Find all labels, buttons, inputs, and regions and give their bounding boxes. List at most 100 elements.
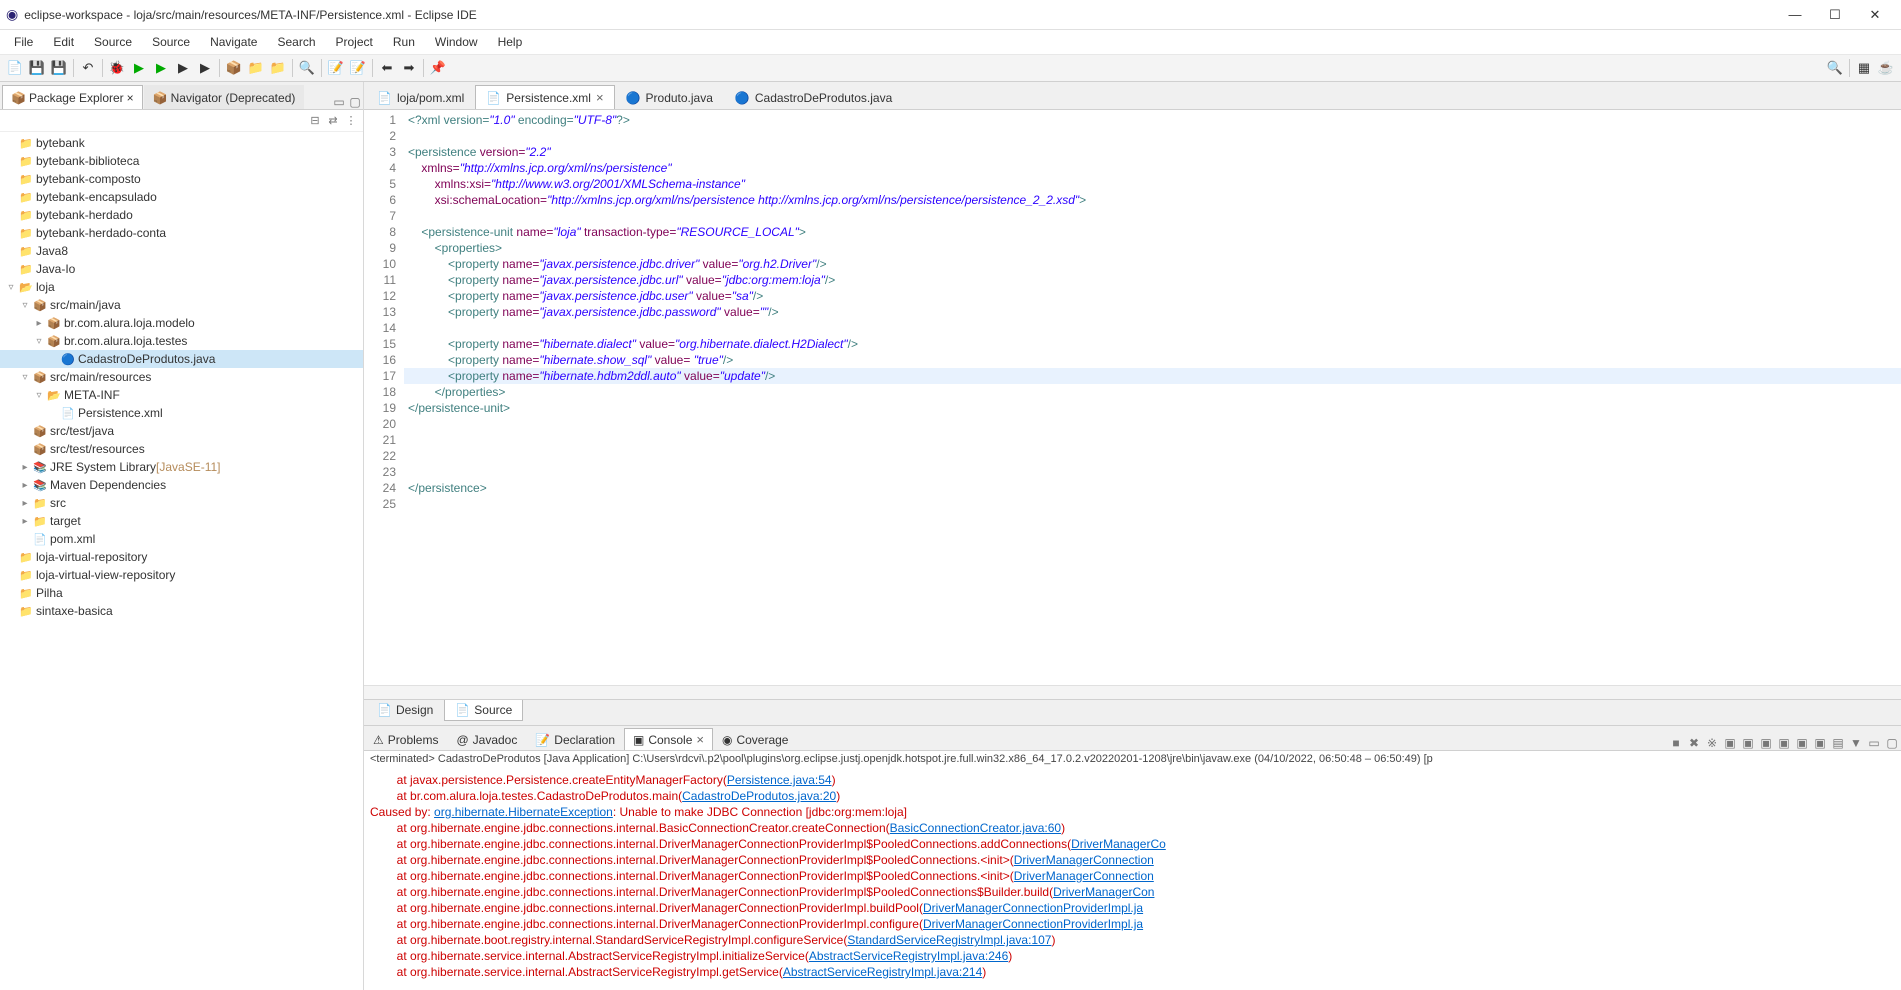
- pin-icon[interactable]: 📌: [428, 58, 448, 78]
- source-link[interactable]: DriverManagerConnection: [1014, 853, 1154, 867]
- source-tab-design[interactable]: 📄Design: [366, 700, 444, 721]
- console-toolbar-icon[interactable]: ▣: [1757, 736, 1775, 750]
- open-type-icon[interactable]: 📁: [268, 58, 288, 78]
- tree-item[interactable]: 📁bytebank-encapsulado: [0, 188, 363, 206]
- tree-item[interactable]: ▸📦br.com.alura.loja.modelo: [0, 314, 363, 332]
- tree-item[interactable]: 📁Java8: [0, 242, 363, 260]
- tree-item[interactable]: ▸📁target: [0, 512, 363, 530]
- tree-item[interactable]: 📁bytebank-composto: [0, 170, 363, 188]
- tree-item[interactable]: 📁bytebank: [0, 134, 363, 152]
- menu-edit[interactable]: Edit: [43, 32, 84, 52]
- new-icon[interactable]: 📄: [5, 58, 25, 78]
- forward-icon[interactable]: ➡: [399, 58, 419, 78]
- code-editor[interactable]: 1234567891011121314151617181920212223242…: [364, 110, 1901, 685]
- menu-project[interactable]: Project: [326, 32, 383, 52]
- minimize-button[interactable]: —: [1775, 2, 1815, 28]
- tree-twisty-icon[interactable]: ▸: [18, 516, 32, 527]
- undo-icon[interactable]: ↶: [78, 58, 98, 78]
- tree-item[interactable]: ▿📦src/main/resources: [0, 368, 363, 386]
- console-toolbar-icon[interactable]: ※: [1703, 736, 1721, 750]
- java-perspective-icon[interactable]: ☕: [1876, 58, 1896, 78]
- tree-twisty-icon[interactable]: ▿: [32, 336, 46, 347]
- menu-help[interactable]: Help: [488, 32, 533, 52]
- bottom-tab-declaration[interactable]: 📝Declaration: [526, 728, 624, 750]
- menu-run[interactable]: Run: [383, 32, 425, 52]
- folder-icon[interactable]: 📁: [246, 58, 266, 78]
- exception-link[interactable]: org.hibernate.HibernateException: [434, 805, 613, 819]
- console-toolbar-icon[interactable]: ▣: [1811, 736, 1829, 750]
- menu-file[interactable]: File: [4, 32, 43, 52]
- tree-item[interactable]: ▿📦br.com.alura.loja.testes: [0, 332, 363, 350]
- tree-item[interactable]: ▿📂META-INF: [0, 386, 363, 404]
- source-link[interactable]: DriverManagerCo: [1071, 837, 1166, 851]
- tree-item[interactable]: 📄pom.xml: [0, 530, 363, 548]
- console-toolbar-icon[interactable]: ■: [1667, 736, 1685, 750]
- link-editor-icon[interactable]: ⇄: [325, 114, 341, 127]
- debug-icon[interactable]: 🐞: [107, 58, 127, 78]
- coverage-icon[interactable]: ▶: [151, 58, 171, 78]
- console-toolbar-icon[interactable]: ▢: [1883, 736, 1901, 750]
- source-link[interactable]: AbstractServiceRegistryImpl.java:246: [809, 949, 1008, 963]
- console-toolbar-icon[interactable]: ▤: [1829, 736, 1847, 750]
- console-toolbar-icon[interactable]: ▼: [1847, 736, 1865, 750]
- collapse-all-icon[interactable]: ⊟: [307, 114, 323, 127]
- bottom-tab-coverage[interactable]: ◉Coverage: [713, 728, 798, 750]
- tree-item[interactable]: ▸📚JRE System Library [JavaSE-11]: [0, 458, 363, 476]
- quick-access-icon[interactable]: 🔍: [1825, 58, 1845, 78]
- package-icon[interactable]: 📦: [224, 58, 244, 78]
- close-button[interactable]: ✕: [1855, 2, 1895, 28]
- console-output[interactable]: at javax.persistence.Persistence.createE…: [364, 771, 1901, 990]
- source-link[interactable]: DriverManagerCon: [1053, 885, 1154, 899]
- source-link[interactable]: DriverManagerConnection: [1014, 869, 1154, 883]
- editor-tab[interactable]: 📄loja/pom.xml: [366, 85, 475, 109]
- source-link[interactable]: Persistence.java:54: [727, 773, 832, 787]
- tree-item[interactable]: 📁loja-virtual-view-repository: [0, 566, 363, 584]
- console-toolbar-icon[interactable]: ✖: [1685, 736, 1703, 750]
- close-icon[interactable]: ×: [696, 732, 704, 747]
- open-perspective-icon[interactable]: ▦: [1854, 58, 1874, 78]
- console-toolbar-icon[interactable]: ▣: [1721, 736, 1739, 750]
- close-icon[interactable]: ×: [596, 90, 604, 105]
- source-link[interactable]: StandardServiceRegistryImpl.java:107: [847, 933, 1051, 947]
- menu-source[interactable]: Source: [84, 32, 142, 52]
- run-last-icon[interactable]: ▶: [173, 58, 193, 78]
- tree-item[interactable]: 📁sintaxe-basica: [0, 602, 363, 620]
- tree-twisty-icon[interactable]: ▿: [18, 300, 32, 311]
- run-icon[interactable]: ▶: [129, 58, 149, 78]
- source-link[interactable]: BasicConnectionCreator.java:60: [890, 821, 1061, 835]
- menu-source[interactable]: Source: [142, 32, 200, 52]
- editor-tab[interactable]: 🔵Produto.java: [615, 85, 724, 109]
- maximize-button[interactable]: ☐: [1815, 2, 1855, 28]
- task-icon[interactable]: 📝: [348, 58, 368, 78]
- tree-item[interactable]: 📁loja-virtual-repository: [0, 548, 363, 566]
- console-toolbar-icon[interactable]: ▣: [1739, 736, 1757, 750]
- tree-twisty-icon[interactable]: ▸: [18, 462, 32, 473]
- maximize-view-icon[interactable]: ▢: [347, 95, 363, 109]
- menu-window[interactable]: Window: [425, 32, 488, 52]
- tree-item[interactable]: 📁Pilha: [0, 584, 363, 602]
- bottom-tab-console[interactable]: ▣Console×: [624, 728, 713, 750]
- source-link[interactable]: DriverManagerConnectionProviderImpl.ja: [923, 917, 1143, 931]
- tree-item[interactable]: 📁bytebank-herdado: [0, 206, 363, 224]
- console-toolbar-icon[interactable]: ▣: [1775, 736, 1793, 750]
- save-icon[interactable]: 💾: [27, 58, 47, 78]
- tree-item[interactable]: 📁bytebank-biblioteca: [0, 152, 363, 170]
- save-all-icon[interactable]: 💾: [49, 58, 69, 78]
- editor-tab[interactable]: 📄Persistence.xml×: [475, 85, 614, 109]
- source-link[interactable]: AbstractServiceRegistryImpl.java:214: [783, 965, 982, 979]
- ext-tools-icon[interactable]: ▶: [195, 58, 215, 78]
- code-content[interactable]: <?xml version="1.0" encoding="UTF-8"?><p…: [404, 110, 1901, 685]
- tree-item[interactable]: ▿📦src/main/java: [0, 296, 363, 314]
- editor-tab[interactable]: 🔵CadastroDeProdutos.java: [724, 85, 903, 109]
- back-icon[interactable]: ⬅: [377, 58, 397, 78]
- source-link[interactable]: DriverManagerConnectionProviderImpl.ja: [923, 901, 1143, 915]
- menu-navigate[interactable]: Navigate: [200, 32, 267, 52]
- console-toolbar-icon[interactable]: ▭: [1865, 736, 1883, 750]
- search-icon[interactable]: 🔍: [297, 58, 317, 78]
- bottom-tab-javadoc[interactable]: @Javadoc: [447, 728, 526, 750]
- annotation-icon[interactable]: 📝: [326, 58, 346, 78]
- tree-twisty-icon[interactable]: ▸: [32, 318, 46, 329]
- tree-twisty-icon[interactable]: ▿: [4, 282, 18, 293]
- view-tab[interactable]: 📦Package Explorer×: [2, 85, 143, 109]
- tree-item[interactable]: 📦src/test/resources: [0, 440, 363, 458]
